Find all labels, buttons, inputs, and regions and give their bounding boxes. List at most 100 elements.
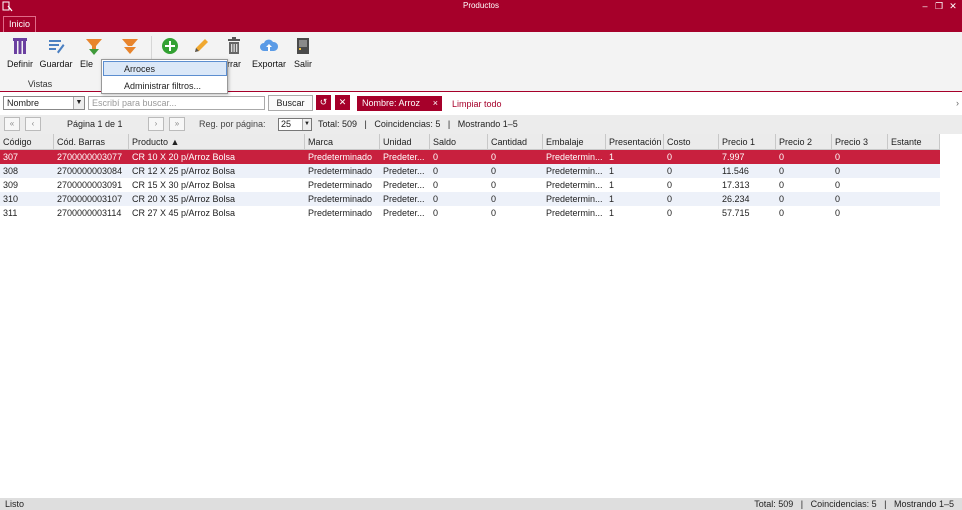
table-cell: 7.997: [722, 152, 745, 162]
guardar-button[interactable]: Guardar: [38, 36, 74, 69]
table-cell: Predeter...: [383, 194, 425, 204]
exportar-button[interactable]: Exportar: [250, 36, 288, 69]
elegir-label: Ele: [80, 59, 94, 69]
ribbon-tabstrip: Inicio: [0, 13, 962, 32]
table-cell: 0: [779, 194, 785, 204]
chevron-down-icon: ▼: [73, 97, 84, 109]
table-cell: 0: [491, 194, 497, 204]
table-cell: 0: [433, 194, 439, 204]
menu-item-arroces[interactable]: Arroces: [103, 61, 227, 76]
add-icon: [162, 38, 178, 54]
column-header[interactable]: Código: [0, 134, 54, 150]
table-cell: Predeterminado: [308, 194, 373, 204]
table-cell: [888, 178, 940, 192]
table-cell: 1: [609, 208, 615, 218]
column-header[interactable]: Estante: [888, 134, 940, 150]
column-header[interactable]: Cantidad: [488, 134, 543, 150]
column-header[interactable]: Costo: [664, 134, 719, 150]
minimize-icon[interactable]: –: [918, 0, 932, 13]
search-button[interactable]: Buscar: [268, 95, 313, 111]
refresh-icon[interactable]: ↺: [316, 95, 331, 110]
table-cell: Predeterminado: [308, 208, 373, 218]
definir-button[interactable]: Definir: [5, 36, 35, 69]
table-cell: 308: [3, 166, 19, 176]
salir-label: Salir: [293, 59, 312, 69]
column-header[interactable]: Cód. Barras: [54, 134, 129, 150]
table-cell: 0: [667, 152, 673, 162]
prev-page-button[interactable]: ‹: [25, 117, 41, 131]
column-header[interactable]: Precio 2: [776, 134, 832, 150]
next-page-button[interactable]: ›: [148, 117, 164, 131]
table-cell: 0: [779, 152, 785, 162]
table-cell: Predetermin...: [546, 194, 603, 204]
last-page-button[interactable]: »: [169, 117, 185, 131]
filters-menu-button[interactable]: [117, 36, 143, 59]
salir-button[interactable]: Salir: [291, 36, 315, 69]
table-cell: 17.313: [722, 180, 750, 190]
restore-icon[interactable]: ❐: [932, 0, 946, 13]
search-input[interactable]: Escribí para buscar...: [88, 96, 265, 110]
table-cell: 0: [779, 180, 785, 190]
window-title: Productos: [462, 1, 500, 10]
table-cell: CR 15 X 30 p/Arroz Bolsa: [132, 180, 236, 190]
add-button[interactable]: [158, 36, 182, 59]
table-cell: 0: [779, 166, 785, 176]
filter-down-icon: [86, 39, 102, 55]
table-cell: 1: [609, 152, 615, 162]
table-cell: 0: [667, 166, 673, 176]
per-page-select[interactable]: 25 ▼: [278, 118, 312, 131]
close-icon[interactable]: ✕: [946, 0, 960, 13]
column-header[interactable]: Saldo: [430, 134, 488, 150]
table-cell: [888, 192, 940, 206]
table-cell: 0: [835, 152, 841, 162]
per-page-value: 25: [281, 119, 292, 129]
table-row[interactable]: 308 2700000003084 CR 12 X 25 p/Arroz Bolsa…: [0, 164, 940, 178]
status-text: Listo: [5, 499, 25, 509]
column-header[interactable]: Precio 1: [719, 134, 776, 150]
first-page-button[interactable]: «: [4, 117, 20, 131]
table-cell: 0: [491, 180, 497, 190]
table-cell: Predeter...: [383, 166, 425, 176]
per-page-label: Reg. por página:: [199, 119, 266, 129]
table-cell: 310: [3, 194, 19, 204]
table-cell: 1: [609, 194, 615, 204]
vistas-group-label: Vistas: [27, 79, 53, 89]
table-cell: 1: [609, 180, 615, 190]
filter-chip-label: Nombre: Arroz: [362, 98, 421, 108]
table-cell: 307: [3, 152, 19, 162]
clear-all-link[interactable]: Limpiar todo: [452, 99, 502, 109]
table-row[interactable]: 309 2700000003091 CR 15 X 30 p/Arroz Bolsa…: [0, 178, 940, 192]
table-cell: 57.715: [722, 208, 750, 218]
chip-close-icon[interactable]: ×: [433, 96, 438, 111]
table-cell: 26.234: [722, 194, 750, 204]
table-row[interactable]: 310 2700000003107 CR 20 X 35 p/Arroz Bolsa…: [0, 192, 940, 206]
table-cell: 0: [433, 208, 439, 218]
clear-filter-icon[interactable]: ✕: [335, 95, 350, 110]
filter-bar: Nombre ▼ Escribí para buscar... Buscar ↺…: [0, 93, 962, 115]
table-cell: 0: [835, 166, 841, 176]
chevron-right-icon[interactable]: ›: [956, 98, 959, 108]
table-cell: 0: [491, 166, 497, 176]
column-header[interactable]: Embalaje: [543, 134, 606, 150]
status-summary: Total: 509 | Coincidencias: 5 | Mostrand…: [754, 499, 954, 509]
menu-item-administrar-filtros[interactable]: Administrar filtros...: [103, 78, 227, 93]
save-view-icon: [49, 40, 65, 54]
edit-icon: [195, 39, 208, 52]
table-header: Código Cód. Barras Producto ▲ Marca Unidad Sa…: [0, 134, 940, 150]
field-select[interactable]: Nombre ▼: [3, 96, 85, 110]
table-row[interactable]: 311 2700000003114 CR 27 X 45 p/Arroz Bolsa…: [0, 206, 940, 220]
column-header[interactable]: Precio 3: [832, 134, 888, 150]
tab-inicio[interactable]: Inicio: [3, 16, 36, 32]
table-cell: Predeterminado: [308, 152, 373, 162]
filter-chip[interactable]: Nombre: Arroz ×: [357, 96, 442, 111]
edit-button[interactable]: [189, 36, 213, 59]
borrar-label: rrar: [227, 59, 241, 69]
column-header[interactable]: Presentación: [606, 134, 664, 150]
table-row[interactable]: 307 2700000003077 CR 10 X 20 p/Arroz Bolsa…: [0, 150, 940, 164]
table-cell: Predetermin...: [546, 166, 603, 176]
table-cell: Predeter...: [383, 152, 425, 162]
column-header[interactable]: Producto ▲: [129, 134, 305, 150]
trash-icon: [228, 37, 240, 54]
column-header[interactable]: Unidad: [380, 134, 430, 150]
column-header[interactable]: Marca: [305, 134, 380, 150]
